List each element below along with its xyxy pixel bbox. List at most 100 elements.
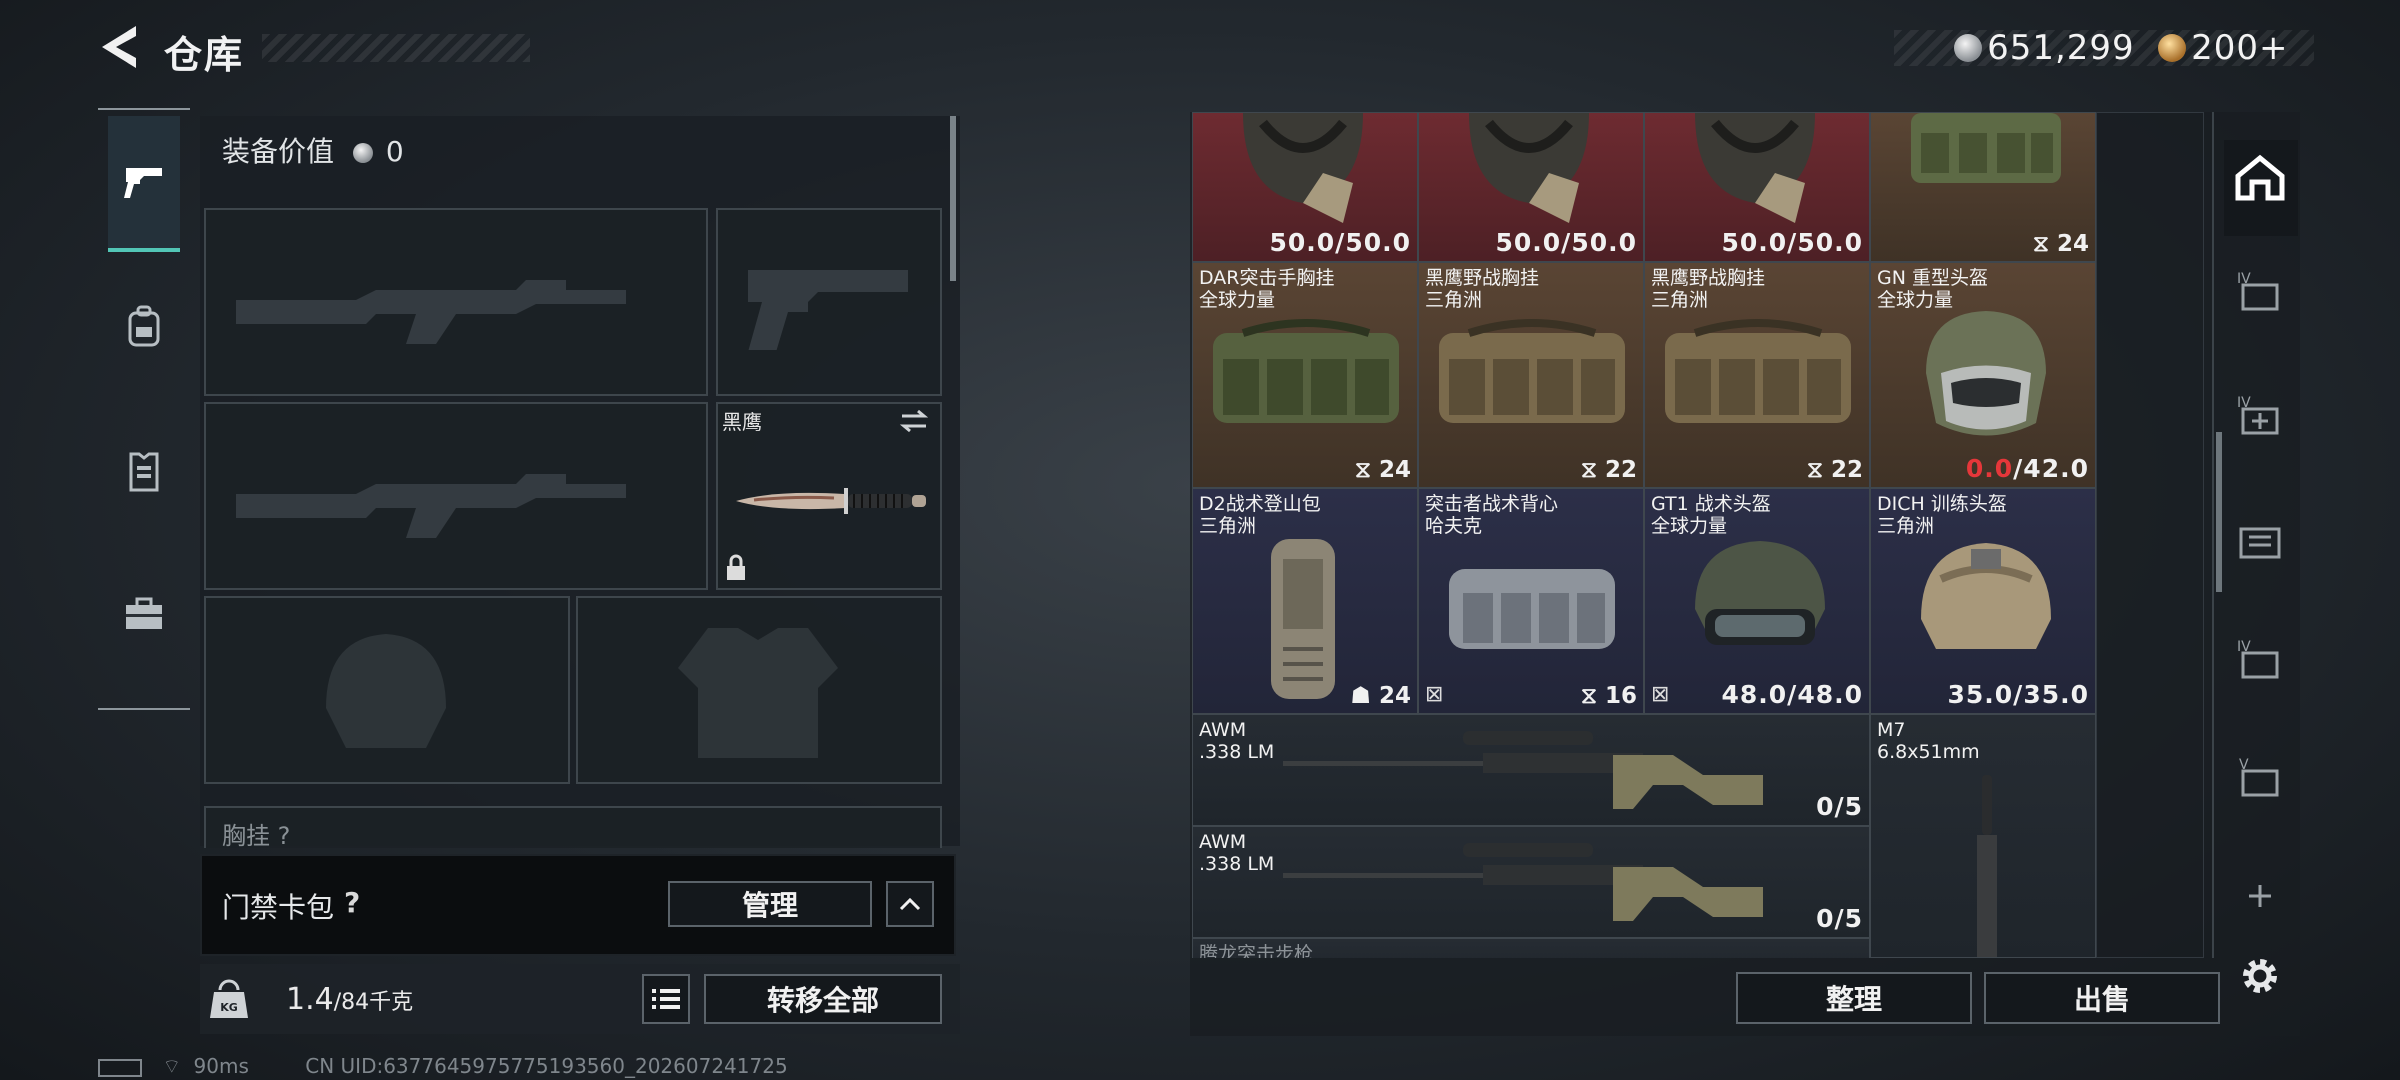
no-insurance-icon: ⊠ — [1425, 682, 1444, 707]
stash-item-tactical-helmet[interactable]: GT1 战术头盔 全球力量 ⊠ 48.0/48.0 — [1644, 488, 1870, 714]
toolbox-icon — [126, 597, 162, 629]
stash-tier-4-icon: IV — [2237, 271, 2279, 311]
stash-home-icon — [2235, 154, 2285, 201]
capacity-icon: ⧖ — [1354, 457, 1371, 483]
status-bar: ⌔ 90ms CN UID:6377645975775193560_202607… — [98, 1054, 788, 1079]
nav-armor[interactable] — [108, 404, 180, 536]
currency-silver: 651,299 — [1954, 28, 2135, 68]
capacity-icon: ⧖ — [2032, 231, 2049, 257]
stash-item-sniper-rifle[interactable]: AWM .338 LM 0/5 — [1192, 714, 1870, 826]
loadout-scrollbar[interactable] — [950, 116, 956, 281]
list-icon — [652, 989, 680, 1009]
capacity-readout: ☗ 24 — [1350, 683, 1411, 709]
nav-divider — [98, 708, 190, 710]
stash-item-chest-rig[interactable]: 黑鹰野战胸挂 三角洲 ⧖ 22 — [1644, 262, 1870, 488]
ammo-box-icon — [2239, 527, 2281, 559]
chest-rig-item-icon — [1213, 319, 1399, 423]
stash-item-helmet[interactable]: 50.0/50.0 — [1192, 112, 1418, 262]
capacity-icon: ⧖ — [1580, 457, 1597, 483]
helmet-item-icon — [1695, 113, 1815, 223]
stash-item-chest-rig[interactable]: ⧖ 24 — [1870, 112, 2096, 262]
keycard-label: 门禁卡包 — [222, 891, 335, 924]
side-tab-stash-4[interactable]: IV — [2230, 260, 2290, 320]
transfer-all-button[interactable]: 转移全部 — [704, 974, 942, 1024]
slot-primary-weapon-2[interactable] — [204, 402, 708, 590]
equip-value: 装备价值 0 — [222, 135, 404, 168]
plus-icon — [2249, 885, 2271, 907]
chest-rig-item-icon — [1665, 319, 1851, 423]
nav-backpack[interactable] — [108, 260, 180, 392]
no-insurance-icon: ⊠ — [1651, 682, 1670, 707]
helmet-silhouette-icon — [326, 634, 446, 748]
list-view-button[interactable] — [642, 974, 690, 1024]
capacity-icon: ⧖ — [1580, 683, 1597, 709]
svg-text:KG: KG — [220, 1001, 238, 1014]
backpack-item-icon — [1271, 539, 1335, 699]
stash-item-heavy-helmet[interactable]: GN 重型头盔 全球力量 0.0/42.0 — [1870, 262, 2096, 488]
vest-icon — [129, 452, 159, 492]
manage-button[interactable]: 管理 — [668, 881, 872, 927]
stash-item-sniper-rifle[interactable]: AWM .338 LM 0/5 — [1192, 826, 1870, 938]
side-tab-weapon-case[interactable]: IV — [2230, 628, 2290, 688]
backpack-icon — [128, 305, 160, 347]
nav-divider — [98, 108, 190, 110]
melee-name: 黑鹰 — [722, 410, 762, 434]
capacity-readout: ⧖ 22 — [1580, 457, 1637, 483]
capacity-icon: ⧖ — [1806, 457, 1823, 483]
pistol-silhouette-icon — [748, 270, 908, 350]
medical-case-icon: IV — [2237, 395, 2279, 435]
category-nav — [98, 108, 190, 712]
stash-item-helmet[interactable]: 50.0/50.0 — [1418, 112, 1644, 262]
stash-empty-column[interactable] — [2096, 112, 2204, 958]
heavy-helmet-item-icon — [1926, 311, 2046, 436]
lock-icon — [727, 554, 745, 580]
stash-item-chest-rig[interactable]: DAR突击手胸挂 全球力量 ⧖ 24 — [1192, 262, 1418, 488]
knife-item-icon — [736, 488, 926, 514]
currency-gold[interactable]: 200+ — [2158, 28, 2288, 68]
capacity-readout: ⧖ 22 — [1806, 457, 1863, 483]
vest-item-icon — [1449, 569, 1615, 649]
helmet-item-icon — [1243, 113, 1363, 223]
page-title: 仓库 — [164, 33, 245, 77]
chest-rig-item-icon — [1439, 319, 1625, 423]
m7-rifle-item-icon — [1977, 775, 1997, 957]
helmet-item-icon — [1469, 113, 1589, 223]
slot-helmet[interactable] — [204, 596, 570, 784]
weapon-case-icon: IV — [2237, 639, 2279, 679]
weight-readout: 1.4/84千克 — [286, 982, 414, 1017]
side-tab-stash-5[interactable]: V — [2230, 746, 2290, 806]
swap-icon[interactable] — [898, 408, 930, 434]
back-arrow-icon[interactable] — [96, 22, 142, 72]
expand-button[interactable] — [886, 881, 934, 927]
stash-item-vest[interactable]: 突击者战术背心 哈夫克 ⊠ ⧖ 16 — [1418, 488, 1644, 714]
nav-tools[interactable] — [108, 548, 180, 680]
weight-icon: KG — [210, 979, 248, 1018]
side-tab-ammo[interactable] — [2230, 508, 2290, 568]
sniper-rifle-item-icon — [1283, 731, 1763, 809]
durability-readout: 0.0/42.0 — [1965, 454, 2089, 483]
sell-button[interactable]: 出售 — [1984, 972, 2220, 1024]
side-tab-medical[interactable]: IV — [2230, 384, 2290, 444]
stash-item-next[interactable]: 腾龙突击步枪 — [1192, 938, 1870, 958]
slot-primary-weapon[interactable] — [204, 208, 708, 396]
gear-icon[interactable] — [2236, 952, 2284, 1000]
help-icon[interactable]: ? — [344, 886, 360, 919]
side-tab-home[interactable] — [2230, 148, 2290, 208]
stash-scrollbar[interactable] — [2216, 432, 2222, 592]
stash-item-m7-rifle[interactable]: M7 6.8x51mm — [1870, 714, 2096, 958]
slot-secondary-weapon[interactable] — [716, 208, 942, 396]
side-tab-add[interactable] — [2230, 866, 2290, 926]
stash-item-training-helmet[interactable]: DICH 训练头盔 三角洲 35.0/35.0 — [1870, 488, 2096, 714]
slot-chest-rig[interactable] — [204, 806, 942, 848]
chevron-up-icon — [899, 897, 921, 911]
stash-item-helmet[interactable]: 50.0/50.0 — [1644, 112, 1870, 262]
sort-button[interactable]: 整理 — [1736, 972, 1972, 1024]
stash-item-chest-rig[interactable]: 黑鹰野战胸挂 三角洲 ⧖ 22 — [1418, 262, 1644, 488]
armor-silhouette-icon — [678, 628, 838, 758]
gold-coin-icon — [2158, 34, 2186, 62]
stash-item-backpack[interactable]: D2战术登山包 三角洲 ☗ 24 — [1192, 488, 1418, 714]
chest-rig-item-icon — [1911, 113, 2061, 183]
nav-weapons[interactable] — [108, 116, 180, 252]
chest-rig-label: 胸挂 ? — [222, 822, 291, 850]
slot-body-armor[interactable] — [576, 596, 942, 784]
